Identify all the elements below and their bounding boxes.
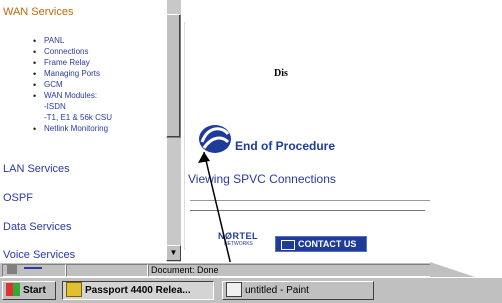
pointer-arrow-icon (198, 151, 235, 279)
nav-lan-services[interactable]: LAN Services (3, 163, 70, 175)
nav-item-t1-e1-csu[interactable]: -T1, E1 & 56k CSU (44, 113, 112, 123)
status-progress (66, 264, 148, 277)
taskbar-button-paint[interactable]: untitled - Paint (222, 281, 374, 300)
network-icon (23, 267, 42, 274)
task-label: untitled - Paint (245, 285, 309, 297)
nav-item-netlink-monitoring[interactable]: Netlink Monitoring (33, 124, 108, 134)
nav-ospf[interactable]: OSPF (3, 192, 33, 204)
paint-icon (226, 282, 242, 297)
status-icons (2, 264, 66, 277)
page-heading: Dis (274, 68, 288, 79)
contact-us-button[interactable]: CONTACT US (275, 236, 367, 252)
nav-item-gcm[interactable]: GCM (33, 80, 62, 90)
browser-icon (66, 282, 82, 297)
task-label: Passport 4400 Relea... (85, 285, 191, 297)
nav-wan-services[interactable]: WAN Services (3, 6, 74, 18)
start-button[interactable]: Start (2, 281, 56, 300)
contact-us-label: CONTACT US (298, 239, 357, 249)
start-label: Start (23, 285, 46, 296)
nav-item-frame-relay[interactable]: Frame Relay (33, 58, 90, 68)
nav-item-wan-modules[interactable]: WAN Modules: (33, 91, 97, 101)
scrollbar-thumb[interactable] (166, 14, 181, 138)
end-of-procedure-label: End of Procedure (235, 139, 336, 153)
nav-item-managing-ports[interactable]: Managing Ports (33, 69, 100, 79)
nav-data-services[interactable]: Data Services (3, 221, 71, 233)
taskbar-button-passport[interactable]: Passport 4400 Relea... (62, 281, 214, 300)
nav-voice-services[interactable]: Voice Services (3, 249, 75, 261)
nav-item-isdn[interactable]: -ISDN (44, 102, 66, 112)
status-bar: Document: Done (0, 262, 432, 277)
nav-item-connections[interactable]: Connections (33, 47, 89, 57)
left-navigation: WAN Services PANL Connections Frame Rela… (0, 0, 166, 262)
status-text: Document: Done (148, 264, 432, 277)
scroll-down-arrow-icon[interactable]: ▼ (166, 245, 181, 261)
taskbar: Start Passport 4400 Relea... untitled - … (0, 277, 502, 303)
frame-divider (184, 22, 185, 250)
nav-item-panl[interactable]: PANL (33, 36, 64, 46)
windows-logo-icon (6, 282, 20, 296)
envelope-icon (281, 239, 295, 250)
page-icon (7, 265, 17, 274)
